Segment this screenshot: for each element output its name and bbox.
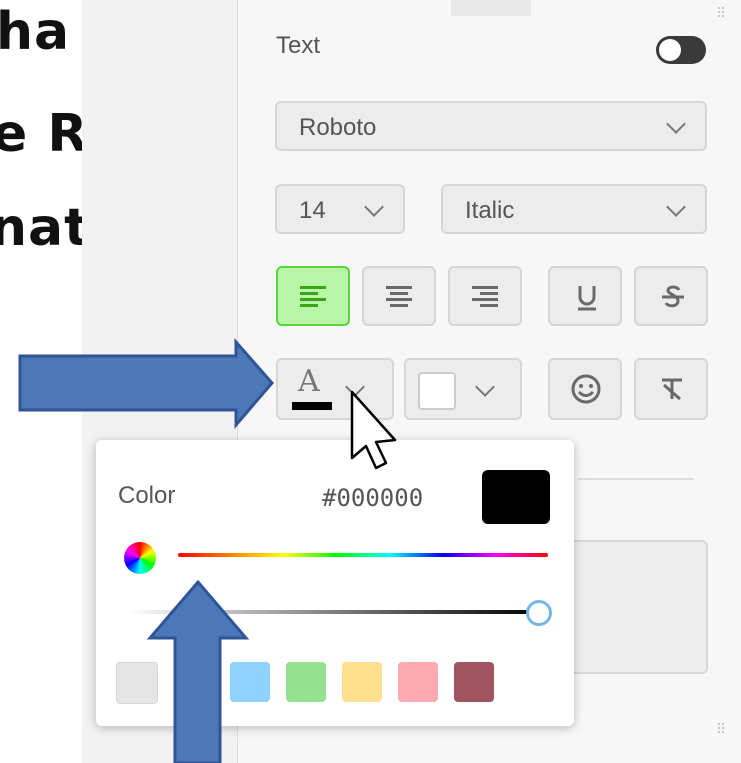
align-center-button[interactable] [362, 266, 436, 326]
color-wheel-icon[interactable] [124, 542, 156, 574]
font-family-select[interactable]: Roboto [275, 101, 707, 151]
chevron-down-icon [666, 114, 686, 134]
chevron-down-icon [475, 377, 495, 397]
align-right-button[interactable] [448, 266, 522, 326]
palette-swatch-pink[interactable] [398, 662, 438, 702]
clear-format-icon [662, 378, 682, 401]
font-size-value: 14 [299, 197, 326, 224]
color-title: Color [118, 482, 176, 509]
backdrop-text-line-1: ha [0, 2, 71, 62]
clear-format-button[interactable] [634, 358, 708, 420]
align-right-icon [472, 284, 498, 308]
opacity-slider[interactable] [126, 610, 540, 614]
backdrop-text-line-2: e R [0, 104, 89, 164]
align-left-button[interactable] [276, 266, 350, 326]
palette-swatch-yellow[interactable] [342, 662, 382, 702]
font-style-value: Italic [465, 197, 515, 224]
emoji-button[interactable] [548, 358, 622, 420]
opacity-slider-handle[interactable] [526, 600, 552, 626]
palette-swatch-maroon[interactable] [454, 662, 494, 702]
underline-icon [578, 286, 596, 311]
grip-icon[interactable]: ⠿ [716, 6, 726, 22]
text-color-glyph: A [298, 364, 320, 399]
font-style-select[interactable]: Italic [441, 184, 707, 234]
palette-swatch-blue[interactable] [230, 662, 270, 702]
emoji-icon [571, 374, 601, 404]
strikethrough-icon [662, 285, 684, 308]
hex-value[interactable]: #000000 [322, 484, 423, 512]
text-color-bar [292, 402, 332, 410]
chevron-down-icon [666, 197, 686, 217]
align-center-icon [386, 284, 412, 308]
chevron-down-icon [345, 377, 365, 397]
color-picker-popup: Color #000000 [96, 440, 574, 726]
text-section-label: Text [276, 32, 321, 59]
palette-swatch-gray[interactable] [116, 662, 158, 704]
text-color-button[interactable]: A [276, 358, 394, 420]
highlight-swatch [418, 372, 456, 410]
align-left-icon [300, 284, 326, 308]
grip-icon-bottom[interactable]: ⠿ [716, 722, 726, 738]
font-family-value: Roboto [299, 114, 377, 141]
text-toggle[interactable] [656, 36, 706, 64]
underline-button[interactable] [548, 266, 622, 326]
section-divider [578, 478, 694, 480]
font-size-select[interactable]: 14 [275, 184, 405, 234]
chevron-down-icon [364, 197, 384, 217]
selected-color-swatch[interactable] [482, 470, 550, 524]
hue-slider[interactable] [178, 553, 548, 557]
palette-swatch-green[interactable] [286, 662, 326, 702]
toggle-knob [659, 39, 681, 61]
highlight-color-button[interactable] [404, 358, 522, 420]
text-content-box[interactable] [568, 540, 708, 674]
strikethrough-button[interactable] [634, 266, 708, 326]
panel-drag-handle[interactable] [451, 0, 531, 16]
backdrop-text-line-3: nat [0, 198, 90, 258]
